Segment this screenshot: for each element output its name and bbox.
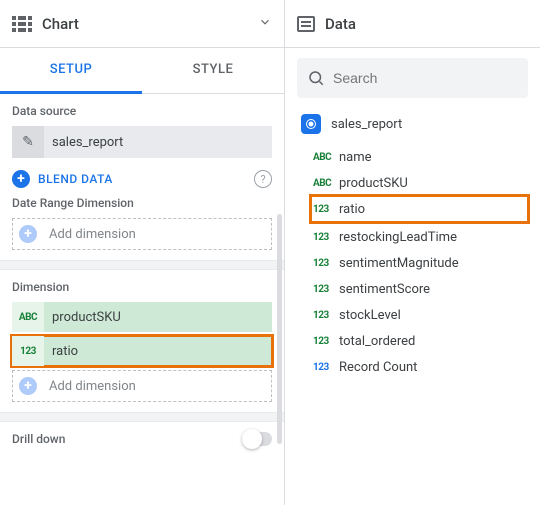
- field-item[interactable]: 123ratio: [311, 196, 528, 222]
- drill-down-toggle[interactable]: [242, 432, 272, 446]
- type-number-icon: 123: [313, 204, 339, 215]
- search-input[interactable]: [333, 70, 518, 86]
- field-name: sentimentMagnitude: [339, 256, 459, 271]
- tabs: SETUP STYLE: [0, 48, 284, 94]
- section-divider: [0, 412, 284, 422]
- data-icon: [297, 16, 315, 32]
- field-item[interactable]: 123sentimentScore: [313, 276, 528, 302]
- blend-data-label: BLEND DATA: [38, 172, 254, 186]
- dimension-label: ratio: [44, 344, 86, 359]
- plus-icon: +: [19, 225, 37, 243]
- drill-down-row: Drill down: [0, 422, 284, 456]
- field-name: stockLevel: [339, 308, 401, 323]
- search-row[interactable]: [297, 58, 528, 98]
- field-item[interactable]: ABCproductSKU: [313, 170, 528, 196]
- dimension-chip[interactable]: 123ratio: [12, 336, 272, 366]
- data-source-name: sales_report: [44, 135, 131, 150]
- type-number-icon: 123: [313, 336, 339, 347]
- type-text-icon: ABC: [12, 302, 44, 332]
- type-number-icon: 123: [313, 310, 339, 321]
- field-item[interactable]: 123restockingLeadTime: [313, 224, 528, 250]
- type-number-icon: 123: [313, 284, 339, 295]
- source-name: sales_report: [331, 117, 402, 132]
- type-number-icon: 123: [12, 336, 44, 366]
- date-range-label: Date Range Dimension: [12, 196, 272, 210]
- tab-style[interactable]: STYLE: [142, 48, 284, 93]
- type-number-icon: 123: [313, 362, 339, 373]
- field-name: ratio: [339, 202, 365, 217]
- section-divider: [0, 260, 284, 270]
- dimension-label: Dimension: [12, 280, 272, 294]
- field-name: sentimentScore: [339, 282, 430, 297]
- source-row[interactable]: sales_report: [285, 108, 540, 144]
- app-root: Chart SETUP STYLE Data source ✎ sales_re…: [0, 0, 540, 505]
- data-header: Data: [285, 0, 540, 48]
- add-date-dimension[interactable]: + Add dimension: [12, 218, 272, 250]
- pencil-icon[interactable]: ✎: [12, 126, 44, 158]
- data-source-label: Data source: [12, 104, 272, 118]
- field-name: restockingLeadTime: [339, 230, 457, 245]
- plus-icon: +: [19, 377, 37, 395]
- field-name: productSKU: [339, 176, 408, 191]
- tab-setup[interactable]: SETUP: [0, 48, 142, 94]
- field-item[interactable]: 123sentimentMagnitude: [313, 250, 528, 276]
- dimension-label: productSKU: [44, 310, 129, 325]
- chart-panel: Chart SETUP STYLE Data source ✎ sales_re…: [0, 0, 285, 505]
- scrollbar[interactable]: [277, 214, 282, 444]
- chart-header[interactable]: Chart: [0, 0, 284, 48]
- field-item[interactable]: 123stockLevel: [313, 302, 528, 328]
- field-item[interactable]: ABCname: [313, 144, 528, 170]
- chart-icon: [12, 16, 32, 32]
- data-panel: Data sales_report ABCnameABCproductSKU12…: [285, 0, 540, 505]
- chart-title: Chart: [42, 15, 258, 33]
- search-icon: [307, 69, 325, 87]
- dimension-chip[interactable]: ABCproductSKU: [12, 302, 272, 332]
- add-dimension[interactable]: + Add dimension: [12, 370, 272, 402]
- type-text-icon: ABC: [313, 152, 339, 163]
- field-item[interactable]: 123Record Count: [313, 354, 528, 380]
- field-name: name: [339, 150, 372, 165]
- blend-data-row[interactable]: + BLEND DATA ?: [12, 166, 272, 196]
- add-dimension-text: Add dimension: [49, 379, 136, 394]
- drill-down-label: Drill down: [12, 432, 65, 446]
- source-icon: [301, 114, 321, 134]
- plus-icon: +: [12, 170, 30, 188]
- field-item[interactable]: 123total_ordered: [313, 328, 528, 354]
- add-dimension-text: Add dimension: [49, 227, 136, 242]
- data-source-row[interactable]: ✎ sales_report: [12, 126, 272, 158]
- type-number-icon: 123: [313, 232, 339, 243]
- field-name: total_ordered: [339, 334, 415, 349]
- chevron-down-icon[interactable]: [258, 15, 272, 33]
- type-number-icon: 123: [313, 258, 339, 269]
- setup-body: Data source ✎ sales_report + BLEND DATA …: [0, 94, 284, 505]
- field-list: ABCnameABCproductSKU123ratio123restockin…: [285, 144, 540, 380]
- field-name: Record Count: [339, 360, 417, 375]
- type-text-icon: ABC: [313, 178, 339, 189]
- data-title: Data: [325, 15, 528, 33]
- help-icon[interactable]: ?: [254, 170, 272, 188]
